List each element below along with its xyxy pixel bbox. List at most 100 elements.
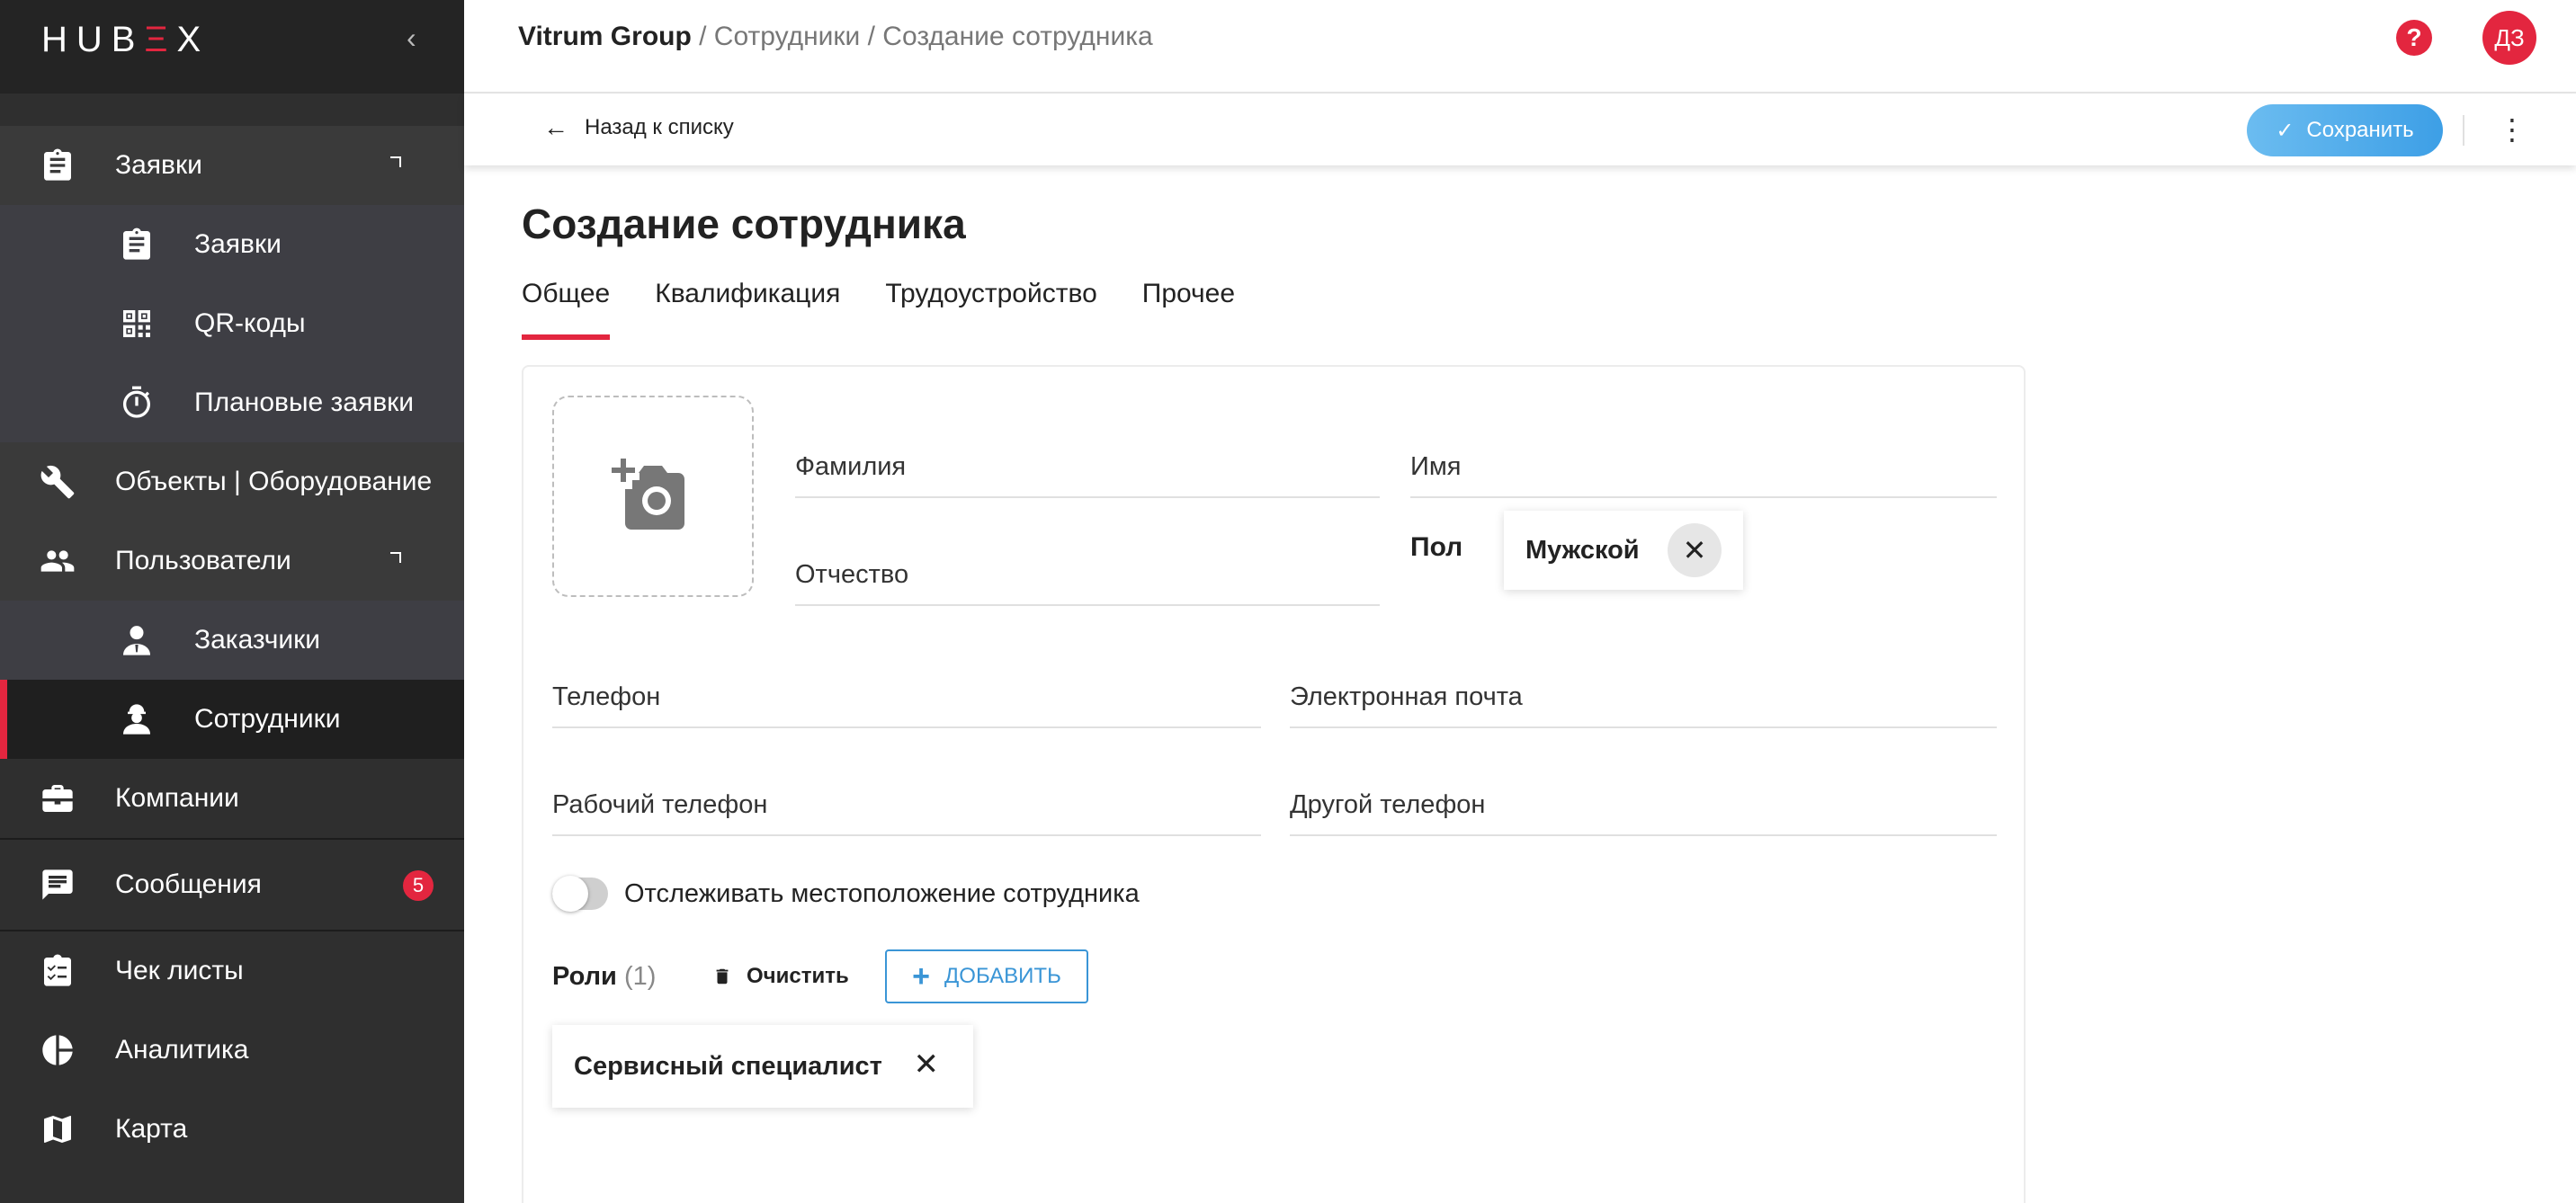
caret-icon <box>390 156 401 167</box>
sidebar-item-label: Заказчики <box>194 625 320 655</box>
timer-icon <box>117 383 157 423</box>
tab-employment[interactable]: Трудоустройство <box>885 279 1096 340</box>
middle-name-field[interactable]: Отчество <box>795 552 1380 606</box>
clipboard-icon <box>117 225 157 264</box>
tab-other[interactable]: Прочее <box>1142 279 1235 340</box>
unread-badge: 5 <box>403 870 434 901</box>
first-name-label: Имя <box>1410 452 1462 481</box>
avatar[interactable]: ДЗ <box>2482 11 2536 65</box>
pie-chart-icon <box>38 1030 77 1070</box>
sidebar-nav: Заявки Заявки QR-коды Плановые заявки Об… <box>0 126 464 1169</box>
work-phone-label: Рабочий телефон <box>552 790 768 819</box>
roles-label: Роли (1) <box>552 962 656 992</box>
qr-code-icon <box>117 304 157 343</box>
breadcrumb-employees[interactable]: / Сотрудники <box>692 22 860 51</box>
add-photo-icon <box>612 459 684 530</box>
save-button[interactable]: ✓ Сохранить <box>2247 104 2443 156</box>
tab-bar: Общее Квалификация Трудоустройство Проче… <box>522 279 1280 340</box>
chevron-left-icon[interactable]: ‹ <box>407 22 416 55</box>
email-field[interactable]: Электронная почта <box>1290 674 1997 728</box>
toolbar-divider <box>2463 115 2464 146</box>
sidebar-item-label: Заявки <box>194 229 282 259</box>
logo-text-right: X <box>176 20 210 59</box>
last-name-field[interactable]: Фамилия <box>795 444 1380 498</box>
gender-select[interactable]: Мужской ✕ <box>1504 511 1743 590</box>
close-icon[interactable]: ✕ <box>914 1047 940 1083</box>
sidebar-item-companies[interactable]: Компании <box>0 759 464 838</box>
sidebar-item-messages[interactable]: Сообщения 5 <box>0 840 464 930</box>
add-role-button[interactable]: + ДОБАВИТЬ <box>885 949 1088 1003</box>
logo-text-left: HUB <box>41 20 145 59</box>
breadcrumb-current: / Создание сотрудника <box>860 22 1153 51</box>
sidebar-item-label: Сотрудники <box>194 704 341 734</box>
sidebar-item-label: Заявки <box>115 150 202 180</box>
logo-bar: HUBΞX ‹ <box>0 0 464 94</box>
more-vert-icon[interactable]: ⋮ <box>2498 108 2527 151</box>
clear-label: Очистить <box>747 964 849 988</box>
sidebar-item-map[interactable]: Карта <box>0 1090 464 1169</box>
app-logo[interactable]: HUBΞX <box>41 20 210 60</box>
phone-field[interactable]: Телефон <box>552 674 1261 728</box>
checklist-icon <box>38 951 77 991</box>
sidebar-item-objects-equipment[interactable]: Объекты | Оборудование <box>0 442 464 521</box>
help-icon[interactable]: ? <box>2396 20 2432 56</box>
track-location-label: Отслеживать местоположение сотрудника <box>624 879 1140 908</box>
breadcrumb-company[interactable]: Vitrum Group <box>518 22 692 51</box>
sidebar-item-label: QR-коды <box>194 308 306 338</box>
back-label: Назад к списку <box>585 115 734 139</box>
roles-count: (1) <box>623 962 657 991</box>
roles-title: Роли <box>552 962 617 991</box>
work-phone-field[interactable]: Рабочий телефон <box>552 782 1261 836</box>
close-icon[interactable]: ✕ <box>1668 523 1722 577</box>
message-icon <box>38 865 77 904</box>
photo-upload[interactable] <box>552 396 754 597</box>
email-label: Электронная почта <box>1290 682 1523 711</box>
back-to-list-link[interactable]: ← Назад к списку <box>543 113 734 142</box>
sidebar-item-label: Объекты | Оборудование <box>115 467 433 496</box>
logo-text-e: Ξ <box>144 20 177 59</box>
top-bar: Vitrum Group / Сотрудники / Создание сот… <box>464 0 2576 94</box>
sidebar-item-customers[interactable]: Заказчики <box>0 601 464 680</box>
trash-icon <box>716 968 729 985</box>
last-name-label: Фамилия <box>795 452 907 481</box>
middle-name-label: Отчество <box>795 560 909 589</box>
tab-qualification[interactable]: Квалификация <box>655 279 840 340</box>
track-location-toggle[interactable] <box>552 876 608 912</box>
sidebar-item-label: Компании <box>115 783 239 813</box>
save-label: Сохранить <box>2306 118 2414 142</box>
other-phone-field[interactable]: Другой телефон <box>1290 782 1997 836</box>
role-chip: Сервисный специалист ✕ <box>552 1025 973 1108</box>
gender-value: Мужской <box>1525 535 1640 565</box>
clipboard-icon <box>38 146 77 185</box>
phone-label: Телефон <box>552 682 661 711</box>
arrow-left-icon: ← <box>543 113 568 141</box>
worker-icon <box>117 700 157 739</box>
sidebar-item-qr-codes[interactable]: QR-коды <box>0 284 464 363</box>
sidebar-item-label: Чек листы <box>115 956 244 985</box>
sidebar: HUBΞX ‹ Заявки Заявки QR-коды Плановые з… <box>0 0 464 1203</box>
other-phone-label: Другой телефон <box>1290 790 1486 819</box>
role-name: Сервисный специалист <box>574 1051 882 1081</box>
wrench-icon <box>38 462 77 502</box>
sidebar-item-analytics[interactable]: Аналитика <box>0 1011 464 1090</box>
users-icon <box>38 541 77 581</box>
sidebar-item-requests-list[interactable]: Заявки <box>0 205 464 284</box>
sidebar-item-employees[interactable]: Сотрудники <box>0 680 464 759</box>
sidebar-item-label: Карта <box>115 1114 188 1144</box>
caret-icon <box>390 552 401 563</box>
clear-roles-button[interactable]: Очистить <box>712 964 849 989</box>
sidebar-item-checklists[interactable]: Чек листы <box>0 931 464 1011</box>
first-name-field[interactable]: Имя <box>1410 444 1997 498</box>
sidebar-item-requests[interactable]: Заявки <box>0 126 464 205</box>
sidebar-item-label: Аналитика <box>115 1035 249 1065</box>
map-icon <box>38 1109 77 1149</box>
briefcase-icon <box>38 779 77 818</box>
sidebar-item-label: Пользователи <box>115 546 291 575</box>
tab-general[interactable]: Общее <box>522 279 611 340</box>
sidebar-item-users[interactable]: Пользователи <box>0 521 464 601</box>
toggle-knob <box>552 876 588 912</box>
plus-icon: + <box>912 958 931 994</box>
gender-label: Пол <box>1410 532 1463 562</box>
employee-form-card: Фамилия Имя Отчество Пол Мужской ✕ Телеф… <box>522 365 2026 1203</box>
sidebar-item-planned-requests[interactable]: Плановые заявки <box>0 363 464 442</box>
